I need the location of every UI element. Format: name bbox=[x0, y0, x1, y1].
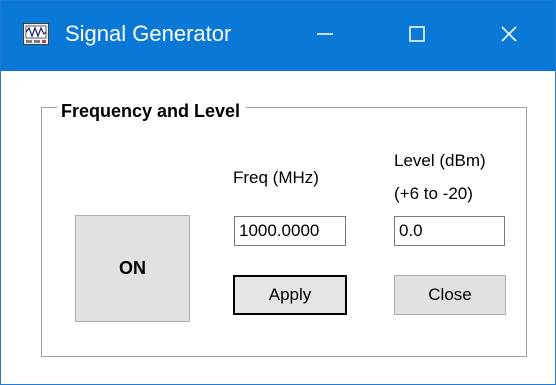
minimize-button[interactable] bbox=[279, 1, 371, 71]
level-label: Level (dBm) bbox=[394, 151, 486, 170]
maximize-button[interactable] bbox=[371, 1, 463, 71]
level-input[interactable] bbox=[394, 216, 505, 246]
client-area: Frequency and Level Freq (MHz) Level (dB… bbox=[1, 71, 555, 384]
close-window-button[interactable] bbox=[463, 1, 555, 71]
signal-generator-app-icon bbox=[23, 23, 49, 45]
title-bar[interactable]: Signal Generator bbox=[1, 1, 555, 71]
window-title: Signal Generator bbox=[65, 21, 232, 46]
apply-button[interactable]: Apply bbox=[233, 275, 347, 315]
minimize-icon bbox=[315, 24, 335, 49]
signal-generator-window: Signal Generator Frequency and Level Fre… bbox=[0, 0, 556, 385]
groupbox-title: Frequency and Level bbox=[57, 100, 247, 122]
freq-label: Freq (MHz) bbox=[233, 168, 319, 187]
level-range-label: (+6 to -20) bbox=[394, 184, 473, 203]
maximize-icon bbox=[407, 24, 427, 49]
on-button[interactable]: ON bbox=[75, 215, 190, 322]
close-icon bbox=[499, 24, 519, 49]
close-button[interactable]: Close bbox=[394, 275, 506, 315]
freq-input[interactable] bbox=[234, 216, 346, 246]
